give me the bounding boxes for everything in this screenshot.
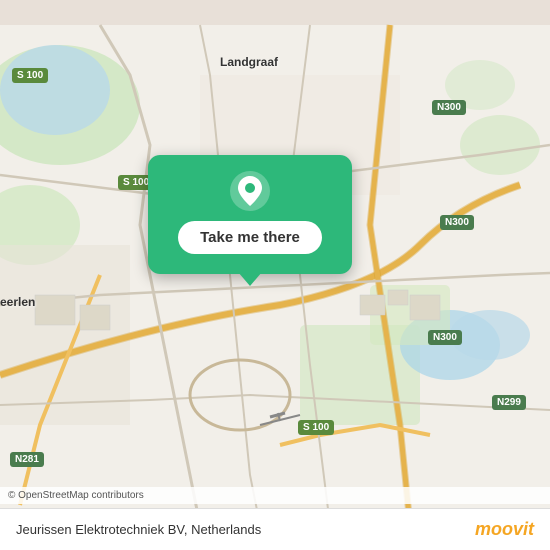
moovit-logo: moovit xyxy=(475,519,534,540)
popup-card: Take me there xyxy=(148,155,352,274)
city-label-heerlen: eerlen xyxy=(0,295,35,309)
take-me-there-button[interactable]: Take me there xyxy=(178,221,322,254)
moovit-brand-text: moovit xyxy=(475,519,534,540)
attribution-bar: © OpenStreetMap contributors xyxy=(0,487,550,504)
road-label-s100-bottom: S 100 xyxy=(298,420,334,435)
road-label-s100-2: S 100 xyxy=(12,68,48,83)
road-label-n300-2: N300 xyxy=(440,215,474,230)
road-label-n300-1: N300 xyxy=(432,100,466,115)
road-label-n300-3: N300 xyxy=(428,330,462,345)
map-container: Landgraaf eerlen S 100 S 100 N300 N300 N… xyxy=(0,0,550,550)
attribution-text: © OpenStreetMap contributors xyxy=(8,490,144,501)
road-label-n299: N299 xyxy=(492,395,526,410)
city-label-landgraaf: Landgraaf xyxy=(220,55,278,69)
bottom-bar: Jeurissen Elektrotechniek BV, Netherland… xyxy=(0,508,550,550)
location-pin-icon xyxy=(230,171,270,211)
location-name: Jeurissen Elektrotechniek BV, Netherland… xyxy=(16,522,261,537)
road-label-n281: N281 xyxy=(10,452,44,467)
